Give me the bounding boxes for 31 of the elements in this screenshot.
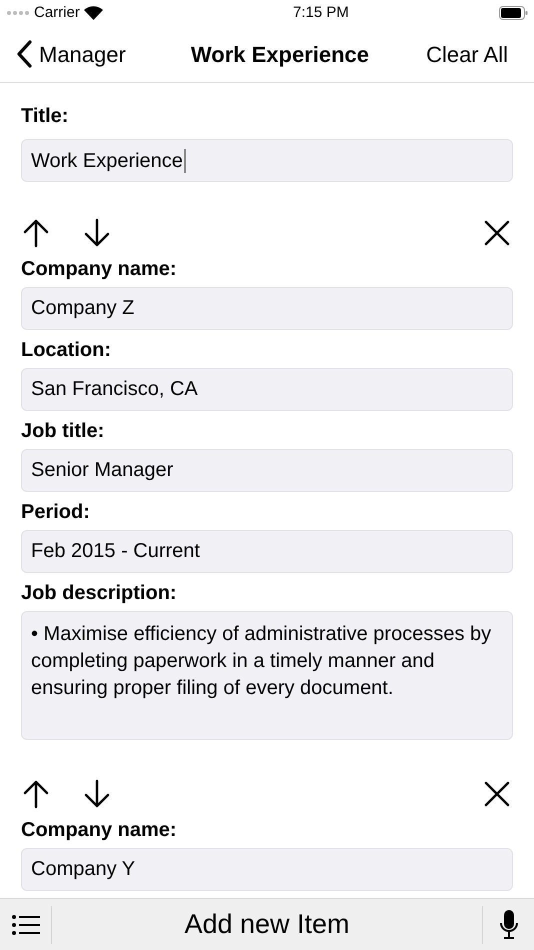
title-input-field[interactable]: Work Experience (21, 139, 513, 182)
field-label: Job description: (21, 581, 178, 605)
field-label: Title: (21, 104, 70, 128)
back-button[interactable]: Manager (16, 38, 126, 70)
arrow-down-icon[interactable] (84, 779, 110, 809)
arrow-up-icon[interactable] (23, 218, 49, 248)
microphone-icon[interactable] (498, 910, 518, 940)
wifi-icon (84, 6, 103, 20)
carrier-name: Carrier (34, 2, 80, 23)
input-field[interactable]: Senior Manager (21, 449, 513, 492)
chevron-left-icon (16, 40, 33, 68)
field-label: Job title: (21, 419, 106, 443)
clear-all-button[interactable]: Clear All (426, 38, 508, 70)
input-field[interactable]: Company Z (21, 287, 513, 330)
field-label: Location: (21, 338, 112, 362)
text-area[interactable]: • Maximise efficiency of administrative processes by completing paperwork in a timely manner and ensuring proper filing of every document. (21, 611, 513, 740)
list-icon[interactable] (12, 914, 40, 936)
arrow-up-icon[interactable] (23, 779, 49, 809)
field-label: Company name: (21, 818, 178, 842)
screen-title: Work Experience (190, 40, 370, 69)
field-label: Period: (21, 500, 91, 524)
input-field[interactable]: San Francisco, CA (21, 368, 513, 411)
close-icon[interactable] (484, 220, 510, 246)
battery-icon (499, 6, 528, 20)
input-field[interactable]: Feb 2015 - Current (21, 530, 513, 573)
input-field[interactable]: Company Y (21, 848, 513, 891)
signal-icon (6, 10, 30, 16)
close-icon[interactable] (484, 781, 510, 807)
arrow-down-icon[interactable] (84, 218, 110, 248)
status-time: 7:15 PM (292, 2, 349, 23)
field-label: Company name: (21, 257, 178, 281)
